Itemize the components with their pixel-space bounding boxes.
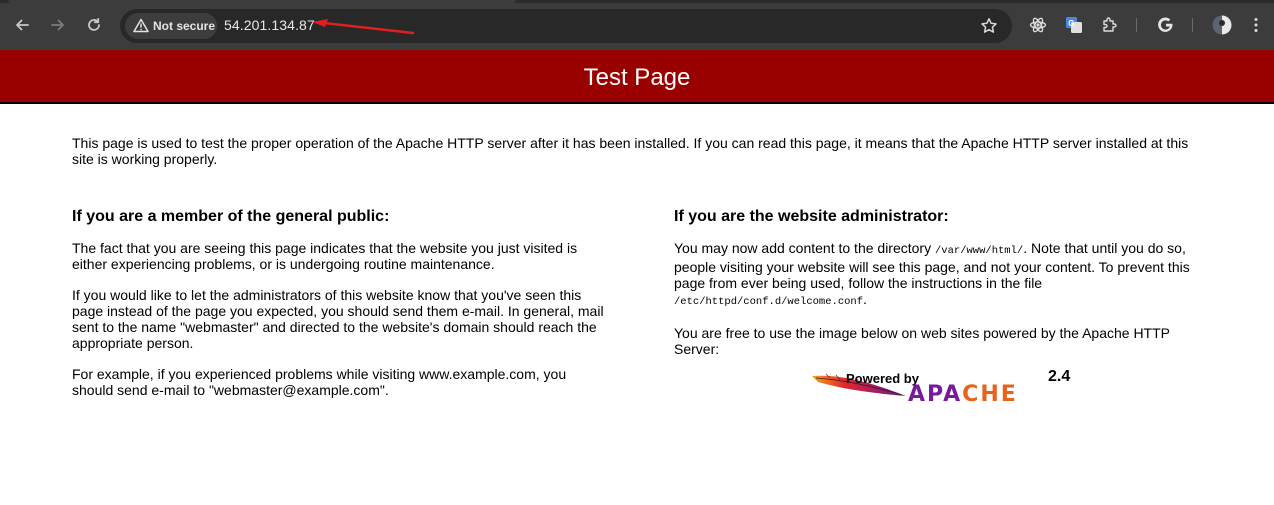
extensions-button[interactable] [1100,15,1120,35]
profile-avatar-icon [1212,15,1232,35]
react-devtools-icon [1029,17,1047,33]
public-paragraph-1: The fact that you are seeing this page i… [72,240,578,272]
apache-wordmark-left: APA [908,382,963,407]
back-arrow-icon [16,19,29,31]
forward-button[interactable] [46,13,70,37]
puzzle-extensions-icon [1103,17,1117,32]
reload-button[interactable] [82,13,106,37]
public-paragraph-2: If you would like to let the administrat… [72,287,604,351]
google-account-button[interactable] [1156,15,1176,35]
page-title: Test Page [583,64,691,91]
address-bar[interactable]: Not secure 54.201.134.87 [120,9,1012,43]
toolbar-separator [1192,18,1193,32]
star-icon[interactable] [980,17,998,35]
translate-extension-button[interactable]: G [1064,15,1084,35]
google-translate-icon: G [1066,17,1082,33]
public-paragraph-3: For example, if you experienced problems… [72,366,567,398]
browser-menu-button[interactable] [1246,15,1266,35]
annotation-arrow [312,19,415,35]
forward-arrow-icon [51,19,64,31]
svg-text:G: G [1068,19,1074,28]
browser-toolbar: Not secure 54.201.134.87 G [0,0,1274,50]
welcome-conf-path: /etc/httpd/conf.d/welcome.conf [674,296,864,308]
apache-wordmark-right: CHE [962,382,1018,407]
security-badge[interactable]: Not secure [125,13,217,39]
admin-text-a: You may now add content to the directory [674,240,935,256]
webroot-path: /var/www/html/ [934,245,1024,257]
apache-wordmark: APACHE [908,382,1018,407]
reload-icon [88,17,100,31]
admin-section: If you are the website administrator: Yo… [674,208,1212,372]
admin-paragraph-2: You are free to use the image below on w… [674,325,1170,357]
public-section: If you are a member of the general publi… [72,208,607,413]
security-label: Not secure [153,19,216,33]
back-button[interactable] [10,13,34,37]
warning-triangle-icon [133,18,149,33]
active-tab-edge[interactable] [8,0,516,3]
toolbar-separator [1136,18,1137,32]
profile-button[interactable] [1212,15,1232,35]
public-heading: If you are a member of the general publi… [72,208,390,225]
powered-by-apache-logo: Powered by 2.4 APACHE [810,368,1074,407]
google-icon [1158,17,1173,32]
admin-text-c: . [863,291,867,307]
kebab-menu-icon [1254,18,1258,32]
url-text[interactable]: 54.201.134.87 [224,17,315,33]
admin-heading: If you are the website administrator: [674,208,949,225]
apache-version: 2.4 [1048,368,1071,385]
page-banner: Test Page [0,50,1274,104]
admin-paragraph-1: You may now add content to the directory… [674,240,1212,310]
react-devtools-button[interactable] [1028,15,1048,35]
intro-text: This page is used to test the proper ope… [72,135,1189,167]
